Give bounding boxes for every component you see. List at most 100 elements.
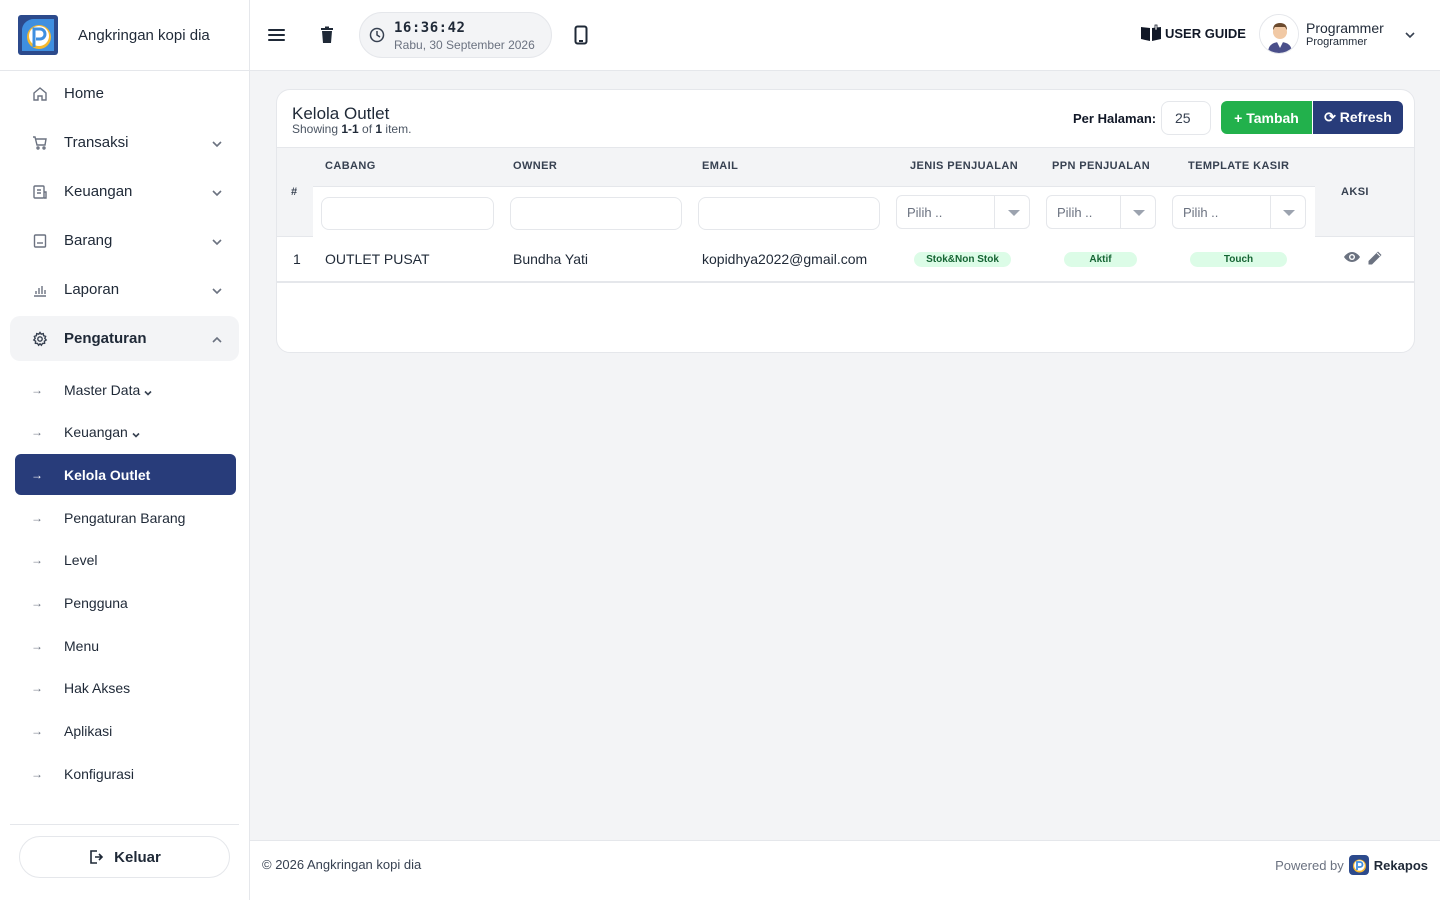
edit-button[interactable] <box>1367 250 1383 271</box>
sidebar-item-label: Keuangan <box>64 183 133 200</box>
refresh-button[interactable]: ⟳ Refresh <box>1313 101 1403 134</box>
clock-date: Rabu, 30 September 2026 <box>394 38 535 52</box>
chevron-down-icon <box>131 427 141 438</box>
app-logo-icon <box>18 15 58 55</box>
copyright-text: © 2026 Angkringan kopi dia <box>262 857 422 872</box>
sidebar-item-laporan[interactable]: Laporan <box>10 267 239 312</box>
chevron-up-icon <box>211 333 223 345</box>
filter-ppn-select[interactable]: Pilih .. <box>1046 195 1156 229</box>
topbar: 16:36:42 Rabu, 30 September 2026 USER GU… <box>250 0 1440 71</box>
submenu-item-hak-akses[interactable]: → Hak Akses <box>15 668 236 709</box>
add-button[interactable]: + Tambah <box>1221 101 1312 134</box>
sidebar: Angkringan kopi dia Home Transaksi Keuan… <box>0 0 250 900</box>
submenu-item-konfigurasi[interactable]: → Konfigurasi <box>15 753 236 794</box>
submenu-item-keuangan[interactable]: → Keuangan <box>15 412 236 453</box>
filter-jenis-select[interactable]: Pilih .. <box>896 195 1030 229</box>
filter-owner-input[interactable] <box>510 197 682 230</box>
eye-icon <box>1344 252 1360 262</box>
arrow-right-icon: → <box>31 595 43 610</box>
filter-email-input[interactable] <box>698 197 880 230</box>
status-badge-template: Touch <box>1190 252 1287 267</box>
submenu-item-label: Konfigurasi <box>64 765 135 782</box>
mobile-view-button[interactable] <box>568 22 594 48</box>
chevron-down-icon <box>1405 32 1415 39</box>
submenu-item-aplikasi[interactable]: → Aplikasi <box>15 711 236 752</box>
submenu-item-pengaturan-barang[interactable]: → Pengaturan Barang <box>15 497 236 538</box>
sidebar-item-keuangan[interactable]: Keuangan <box>10 169 239 214</box>
row-owner: Bundha Yati <box>513 251 588 267</box>
sidebar-item-home[interactable]: Home <box>10 71 239 116</box>
outlet-card: Kelola Outlet Showing 1-1 of 1 item. Per… <box>276 89 1415 353</box>
cart-icon <box>32 135 48 151</box>
column-header-email[interactable]: EMAIL <box>702 160 738 172</box>
submenu-item-menu[interactable]: → Menu <box>15 625 236 666</box>
user-menu[interactable]: Programmer Programmer <box>1259 14 1415 54</box>
column-header-num: # <box>291 186 298 198</box>
submenu-item-kelola-outlet[interactable]: → Kelola Outlet <box>15 454 236 496</box>
chevron-down-icon <box>143 385 153 396</box>
menu-toggle-button[interactable] <box>264 22 290 48</box>
receipt-icon <box>32 184 48 200</box>
footer: © 2026 Angkringan kopi dia Powered by Re… <box>250 840 1440 900</box>
summary-prefix: Showing <box>292 122 342 136</box>
caret-down-icon <box>1008 210 1020 216</box>
row-email: kopidhya2022@gmail.com <box>702 251 868 267</box>
row-num: 1 <box>293 251 301 267</box>
logout-button[interactable]: Keluar <box>19 836 230 878</box>
table-row: 1 OUTLET PUSAT Bundha Yati kopidhya2022@… <box>277 237 1414 283</box>
home-icon <box>32 86 48 102</box>
powered-by-label: Powered by <box>1275 857 1344 873</box>
submenu-item-master-data[interactable]: → Master Data <box>15 369 236 410</box>
box-icon <box>32 233 48 249</box>
rekapos-logo-icon <box>1348 855 1369 875</box>
filter-template-select[interactable]: Pilih .. <box>1172 195 1306 229</box>
pencil-icon <box>1368 251 1382 265</box>
submenu-item-label: Level <box>64 552 98 569</box>
column-header-owner[interactable]: OWNER <box>513 160 557 172</box>
table-header: # CABANG OWNER EMAIL JENIS PENJUALAN PPN… <box>277 147 1414 237</box>
user-name: Programmer <box>1306 20 1384 36</box>
brand[interactable]: Angkringan kopi dia <box>0 0 249 71</box>
per-page-label: Per Halaman: <box>1073 111 1157 126</box>
arrow-right-icon: → <box>31 766 43 781</box>
pengaturan-submenu: → Master Data → Keuangan → Kelola Outlet… <box>0 361 249 794</box>
chevron-down-icon <box>211 235 223 247</box>
column-header-cabang[interactable]: CABANG <box>325 160 376 172</box>
per-page-input[interactable] <box>1161 101 1211 135</box>
column-header-ppn[interactable]: PPN PENJUALAN <box>1052 160 1150 172</box>
filter-cabang-input[interactable] <box>321 197 494 230</box>
bar-chart-icon <box>32 282 48 298</box>
submenu-item-level[interactable]: → Level <box>15 540 236 581</box>
arrow-right-icon: → <box>31 553 43 568</box>
filter-ppn-placeholder: Pilih .. <box>1057 205 1093 220</box>
column-header-jenis[interactable]: JENIS PENJUALAN <box>910 160 1018 172</box>
summary-suffix: item. <box>382 122 412 136</box>
sidebar-item-label: Home <box>64 85 105 102</box>
filter-template-placeholder: Pilih .. <box>1183 205 1219 220</box>
user-guide-label: USER GUIDE <box>1165 25 1246 41</box>
caret-down-icon <box>1283 210 1295 216</box>
view-button[interactable] <box>1343 250 1361 269</box>
chevron-down-icon <box>211 137 223 149</box>
user-guide-link[interactable]: USER GUIDE <box>1140 24 1246 42</box>
powered-by[interactable]: Powered by Rekapos <box>1275 855 1428 875</box>
sidebar-item-transaksi[interactable]: Transaksi <box>10 120 239 165</box>
arrow-right-icon: → <box>31 425 43 440</box>
clock-widget: 16:36:42 Rabu, 30 September 2026 <box>359 12 552 58</box>
powered-by-brand: Rekapos <box>1373 857 1428 873</box>
sidebar-item-pengaturan[interactable]: Pengaturan <box>10 316 239 361</box>
column-header-template[interactable]: TEMPLATE KASIR <box>1188 160 1289 172</box>
column-header-aksi: AKSI <box>1341 186 1369 198</box>
logout-icon <box>90 850 104 864</box>
summary-of: of <box>358 122 376 136</box>
clock-icon <box>369 27 385 43</box>
arrow-right-icon: → <box>31 638 43 653</box>
select-divider <box>1120 196 1121 228</box>
book-icon <box>1141 24 1161 41</box>
submenu-item-label: Menu <box>64 637 100 654</box>
sidebar-item-barang[interactable]: Barang <box>10 218 239 263</box>
clear-cache-button[interactable] <box>314 22 340 48</box>
chevron-down-icon <box>211 186 223 198</box>
submenu-item-pengguna[interactable]: → Pengguna <box>15 582 236 623</box>
user-info: Programmer Programmer <box>1306 20 1384 48</box>
